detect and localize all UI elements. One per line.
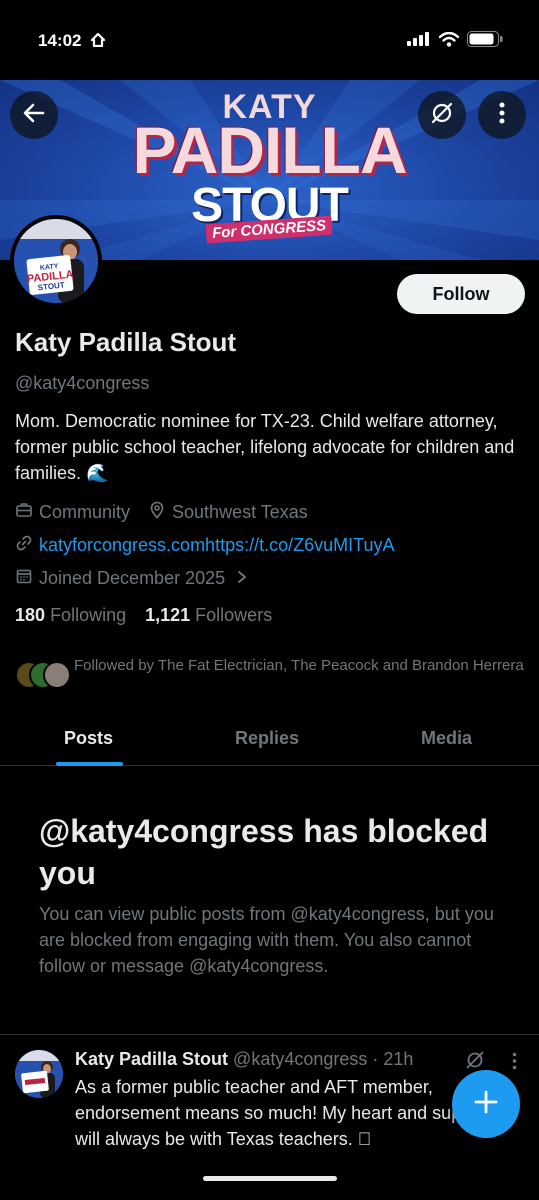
calendar-icon xyxy=(15,567,39,590)
link-icon xyxy=(15,534,39,557)
home-indicator[interactable] xyxy=(203,1176,337,1181)
profile-meta-row: Community Southwest Texas xyxy=(15,501,308,524)
followed-by-text: Followed by The Fat Electrician, The Pea… xyxy=(74,657,524,674)
post-meta: @katy4congress · 21h xyxy=(233,1049,414,1069)
tab-replies[interactable]: Replies xyxy=(235,728,299,749)
post-text: As a former public teacher and AFT membe… xyxy=(75,1077,493,1149)
blocked-title: @katy4congress has blocked you xyxy=(39,813,489,891)
home-status-icon xyxy=(90,32,106,52)
grok-button[interactable] xyxy=(418,91,466,139)
profile-location: Southwest Texas xyxy=(172,502,308,522)
post-author-name[interactable]: Katy Padilla Stout xyxy=(75,1049,228,1069)
wifi-icon xyxy=(438,31,460,52)
profile-website-link[interactable]: katyforcongress.comhttps://t.co/Z6vuMITu… xyxy=(39,535,394,556)
follow-button[interactable]: Follow xyxy=(397,274,525,314)
signal-icon xyxy=(407,32,431,51)
post-header: Katy Padilla Stout @katy4congress · 21h xyxy=(75,1049,413,1070)
profile-bio: Mom. Democratic nominee for TX-23. Child… xyxy=(15,411,515,483)
back-arrow-icon xyxy=(23,102,45,129)
avatar-photo: KATY PADILLA STOUT xyxy=(14,219,98,303)
tab-posts[interactable]: Posts xyxy=(64,728,113,749)
briefcase-icon xyxy=(15,501,39,524)
follow-counts: 180 Following 1,121 Followers xyxy=(15,605,272,626)
post-more-icon[interactable] xyxy=(512,1052,517,1075)
tab-media[interactable]: Media xyxy=(421,728,472,749)
plus-icon xyxy=(473,1089,499,1120)
grok-icon xyxy=(430,101,454,130)
profile-name: Katy Padilla Stout xyxy=(15,327,237,357)
follower-avatar-3 xyxy=(43,661,71,689)
status-time: 14:02 xyxy=(38,31,82,50)
profile-tabs: Posts Replies Media xyxy=(0,718,539,766)
followers-count-link[interactable]: 1,121 Followers xyxy=(145,605,272,626)
profile-handle: @katy4congress xyxy=(15,373,150,393)
post-avatar[interactable] xyxy=(15,1050,63,1098)
post-avatar-photo xyxy=(15,1050,63,1098)
back-button[interactable] xyxy=(10,91,58,139)
compose-button[interactable] xyxy=(452,1070,520,1138)
more-options-button[interactable] xyxy=(478,91,526,139)
blocked-message: You can view public posts from @katy4con… xyxy=(39,904,494,976)
divider xyxy=(0,1034,539,1035)
profile-website-row[interactable]: katyforcongress.comhttps://t.co/Z6vuMITu… xyxy=(15,534,394,557)
location-pin-icon xyxy=(148,501,172,524)
status-indicators xyxy=(407,31,503,52)
active-tab-indicator xyxy=(56,762,123,766)
chevron-right-icon[interactable] xyxy=(237,568,253,589)
profile-joined-date: Joined December 2025 xyxy=(39,568,226,588)
profile-joined-row[interactable]: Joined December 2025 xyxy=(15,567,253,590)
following-count-link[interactable]: 180 Following xyxy=(15,605,126,626)
status-bar: 14:02 xyxy=(0,0,539,80)
followers-label: Followers xyxy=(195,605,273,625)
followers-count: 1,121 xyxy=(145,605,191,625)
more-vertical-icon xyxy=(499,102,505,129)
following-label: Following xyxy=(50,605,127,625)
followed-by-avatars xyxy=(15,661,71,693)
battery-icon xyxy=(467,31,503,52)
profile-avatar[interactable]: KATY PADILLA STOUT xyxy=(10,215,102,307)
profile-category: Community xyxy=(39,502,131,522)
following-count: 180 xyxy=(15,605,46,625)
followed-by-section[interactable]: Followed by The Fat Electrician, The Pea… xyxy=(15,655,530,701)
